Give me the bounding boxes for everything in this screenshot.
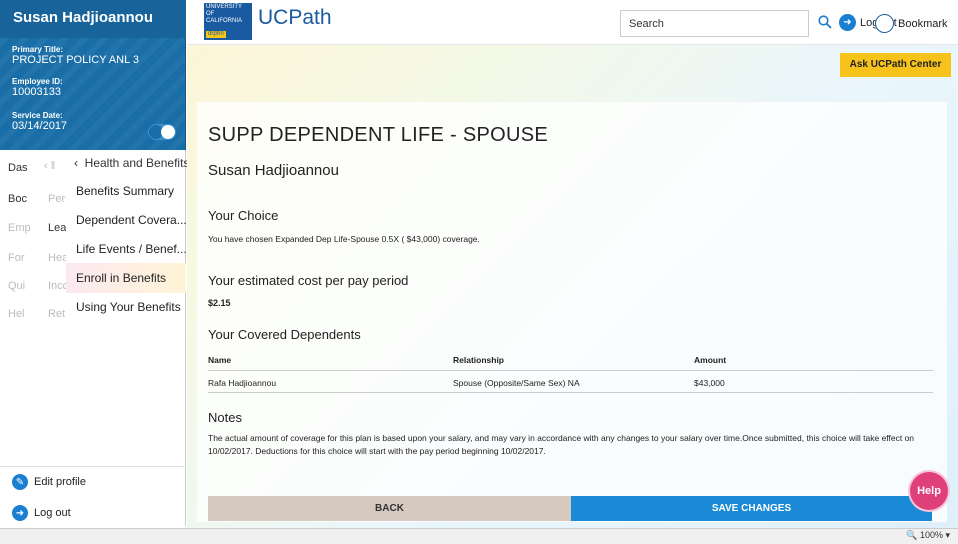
employee-id-label: Employee ID: [12, 77, 63, 86]
bookmark-label: Bookmark [898, 17, 948, 30]
nav-l2-item[interactable]: Inco [48, 280, 66, 292]
dependents-heading: Your Covered Dependents [208, 327, 361, 342]
cost-value: $2.15 [208, 298, 231, 308]
table-header-relationship: Relationship [453, 355, 505, 365]
your-choice-heading: Your Choice [208, 208, 279, 223]
employee-id: 10003133 [12, 86, 61, 98]
zoom-level[interactable]: 🔍 100% ▾ [906, 530, 950, 541]
profile-panel: Susan Hadjioannou Primary Title: PROJECT… [0, 0, 186, 150]
service-date-label: Service Date: [12, 111, 63, 120]
nav-l2-item[interactable]: Pers [48, 193, 66, 205]
nav-back-health-benefits[interactable]: ‹ Health and Benefits [66, 150, 189, 176]
help-button[interactable]: Help [910, 472, 948, 510]
search-icon[interactable] [818, 15, 832, 29]
primary-title-label: Primary Title: [12, 45, 63, 54]
nav-l1-item[interactable]: Das [8, 162, 38, 174]
nav-l1-item[interactable]: Qui [8, 280, 38, 292]
logo-text-1: UNIVERSITY [206, 4, 243, 10]
nav-item-benefits-summary[interactable]: Benefits Summary [66, 176, 186, 206]
logo-text-2: OF [206, 11, 215, 17]
table-divider [208, 392, 933, 393]
service-date: 03/14/2017 [12, 120, 68, 132]
nav-l2-item[interactable]: Lea [48, 222, 66, 234]
logo-sub: drptrn [206, 31, 226, 38]
brand-title[interactable]: UCPath [258, 6, 332, 30]
uc-logo[interactable]: UNIVERSITY OF CALIFORNIA drptrn [204, 3, 252, 40]
employee-name: Susan Hadjioannou [208, 162, 339, 179]
nav-l1-item[interactable]: Hel [8, 308, 38, 320]
table-header-name: Name [208, 355, 232, 365]
notes-text: The actual amount of coverage for this p… [208, 433, 915, 456]
sidebar-bottom: ✎ Edit profile ➜ Log out [0, 466, 186, 526]
notes-heading: Notes [208, 410, 242, 425]
table-cell-name: Rafa Hadjioannou [208, 378, 277, 388]
search-input[interactable]: Search [620, 10, 809, 37]
cost-heading: Your estimated cost per pay period [208, 273, 409, 288]
table-cell-amount: $43,000 [694, 378, 725, 388]
table-divider [208, 370, 933, 371]
chevron-left-icon: ‹ [74, 156, 85, 170]
chevron-left-icon[interactable]: ‹ ‖ [44, 160, 66, 172]
nav-item-enroll-in-benefits[interactable]: Enroll in Benefits [66, 263, 186, 293]
nav-back-label: Health and Benefits [84, 156, 190, 170]
zoom-value: 100% [919, 530, 943, 540]
logout-icon: ➜ [839, 14, 856, 31]
page-title: SUPP DEPENDENT LIFE - SPOUSE [208, 124, 548, 146]
nav-item-life-events[interactable]: Life Events / Benef... [66, 234, 186, 264]
bookmark-icon [875, 14, 894, 33]
nav-l2-item[interactable]: Hea [48, 252, 66, 264]
back-button[interactable]: BACK [208, 496, 571, 521]
profile-name: Susan Hadjioannou [0, 0, 186, 38]
pencil-icon: ✎ [12, 474, 28, 490]
primary-title: PROJECT POLICY ANL 3 [12, 54, 139, 66]
zoom-icon: 🔍 [906, 530, 918, 540]
top-header: UNIVERSITY OF CALIFORNIA drptrn UCPath S… [187, 0, 958, 45]
table-cell-relationship: Spouse (Opposite/Same Sex) NA [453, 378, 580, 388]
nav-item-using-your-benefits[interactable]: Using Your Benefits [66, 292, 186, 322]
table-header-amount: Amount [694, 355, 727, 365]
nav-level-3: ‹ Health and Benefits Benefits Summary D… [66, 150, 189, 466]
logout-icon: ➜ [12, 505, 28, 521]
nav-l1-item[interactable]: For [8, 252, 38, 264]
sidebar-logout-label: Log out [34, 507, 71, 519]
main-card: SUPP DEPENDENT LIFE - SPOUSE Susan Hadji… [197, 102, 947, 522]
nav-l1-item[interactable]: Boc [8, 193, 38, 205]
edit-profile-label: Edit profile [34, 476, 86, 488]
nav-item-dependent-coverage[interactable]: Dependent Covera... [66, 205, 186, 235]
nav-level-1: Das Boc Emp For Qui Hel [0, 150, 40, 466]
edit-profile-link[interactable]: ✎ Edit profile [12, 474, 86, 490]
choice-text: You have chosen Expanded Dep Life-Spouse… [208, 234, 480, 244]
nav-l2-item[interactable]: Ret [48, 308, 66, 320]
status-bar: 🔍 100% ▾ [0, 528, 958, 544]
nav-l1-item[interactable]: Emp [8, 222, 38, 234]
logo-text-3: CALIFORNIA [206, 18, 243, 24]
ask-ucpath-center-button[interactable]: Ask UCPath Center [840, 53, 951, 77]
bookmark-button[interactable]: Bookmark [875, 14, 948, 33]
sidebar-logout-link[interactable]: ➜ Log out [12, 505, 71, 521]
profile-toggle[interactable] [148, 124, 176, 140]
nav-level-2: ‹ ‖ Pers Lea Hea Inco Ret [40, 150, 66, 466]
save-changes-button[interactable]: SAVE CHANGES [571, 496, 932, 521]
